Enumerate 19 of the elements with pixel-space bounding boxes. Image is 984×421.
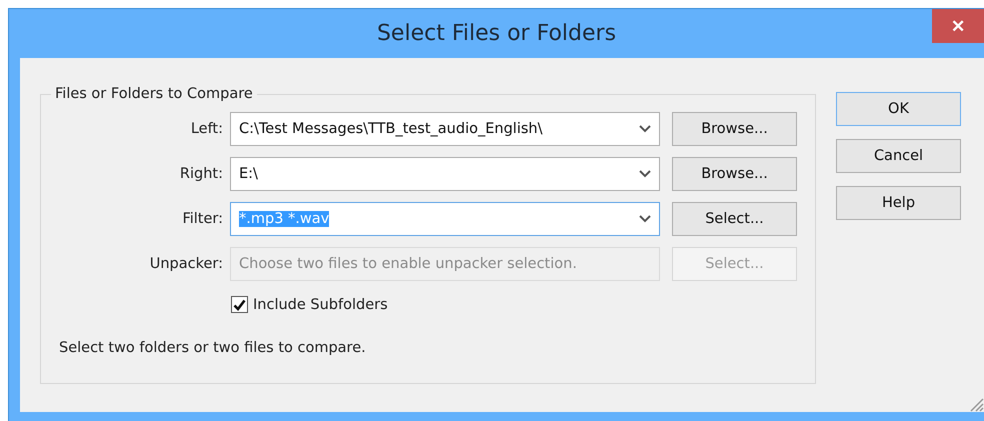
browse-button[interactable]: Browse... [672,112,797,146]
dialog-button[interactable]: OK [836,92,961,126]
close-button[interactable]: ✕ [932,9,984,43]
field-label: Left: [190,121,224,137]
group-title: Files or Folders to Compare [54,86,254,102]
checkbox[interactable] [231,296,248,313]
dialog-button[interactable]: Cancel [836,139,961,173]
resize-grip-icon[interactable] [968,396,984,412]
field-label: Right: [178,166,224,182]
select-button[interactable]: Select... [672,202,797,236]
combo-box[interactable]: E:\ [230,157,660,191]
status-text: Select two folders or two files to compare. [59,340,367,356]
window-title: Select Files or Folders [376,21,616,46]
field-label: Filter: [181,211,224,227]
combo-box[interactable]: C:\Test Messages\TTB_test_audio_English\ [230,112,660,146]
field-label: Unpacker: [148,256,224,272]
dialog-button[interactable]: Help [836,186,961,220]
checkbox-label[interactable]: Include Subfolders [253,296,388,312]
browse-button[interactable]: Browse... [672,157,797,191]
